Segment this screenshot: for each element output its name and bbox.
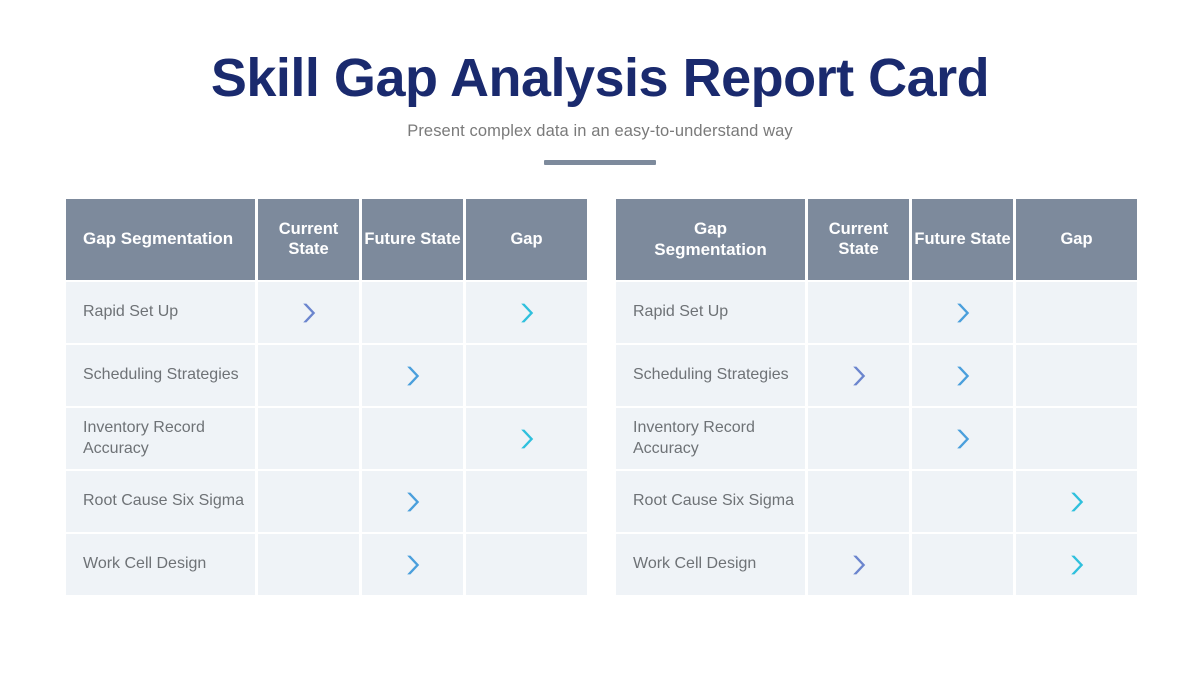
cell-gap[interactable]: [1016, 534, 1137, 595]
cell-current-state[interactable]: [808, 471, 909, 532]
table-row: Inventory Record Accuracy: [616, 408, 1137, 469]
cell-future-state[interactable]: [362, 282, 463, 343]
column-header-future-state[interactable]: Future State: [912, 199, 1013, 280]
cell-current-state[interactable]: [808, 534, 909, 595]
chevron-right-icon: [518, 302, 536, 324]
row-label: Inventory Record Accuracy: [616, 408, 805, 469]
row-label: Scheduling Strategies: [616, 345, 805, 406]
cell-gap[interactable]: [1016, 282, 1137, 343]
page-subtitle: Present complex data in an easy-to-under…: [407, 122, 793, 141]
page-title: Skill Gap Analysis Report Card: [210, 48, 990, 108]
table-header-row: Gap Segmentation Current State Future Stat…: [616, 199, 1137, 280]
column-header-gap-segmentation[interactable]: Gap Segmentation: [66, 199, 255, 280]
column-header-gap-segmentation[interactable]: Gap Segmentation: [616, 199, 805, 280]
table-row: Root Cause Six Sigma: [616, 471, 1137, 532]
row-label: Scheduling Strategies: [66, 345, 255, 406]
row-label: Work Cell Design: [66, 534, 255, 595]
tables-container: Gap Segmentation Current State Future Stat…: [66, 199, 1137, 595]
cell-gap[interactable]: [1016, 471, 1137, 532]
cell-gap[interactable]: [1016, 408, 1137, 469]
cell-gap[interactable]: [466, 345, 587, 406]
row-label: Inventory Record Accuracy: [66, 408, 255, 469]
row-label: Work Cell Design: [616, 534, 805, 595]
cell-future-state[interactable]: [912, 471, 1013, 532]
chevron-right-icon: [518, 428, 536, 450]
cell-gap[interactable]: [1016, 345, 1137, 406]
right-table: Gap Segmentation Current State Future Stat…: [616, 199, 1137, 595]
chevron-right-icon: [954, 428, 972, 450]
title-divider: [544, 160, 656, 166]
cell-current-state[interactable]: [808, 345, 909, 406]
column-header-future-state[interactable]: Future State: [362, 199, 463, 280]
row-label: Root Cause Six Sigma: [66, 471, 255, 532]
cell-future-state[interactable]: [362, 534, 463, 595]
cell-current-state[interactable]: [258, 534, 359, 595]
chevron-right-icon: [850, 554, 868, 576]
cell-future-state[interactable]: [912, 408, 1013, 469]
cell-current-state[interactable]: [808, 282, 909, 343]
cell-future-state[interactable]: [362, 408, 463, 469]
slide-header: Skill Gap Analysis Report Card Present c…: [0, 48, 1200, 166]
cell-future-state[interactable]: [362, 345, 463, 406]
table-header-row: Gap Segmentation Current State Future Stat…: [66, 199, 587, 280]
slide: Skill Gap Analysis Report Card Present c…: [0, 0, 1200, 675]
cell-gap[interactable]: [466, 534, 587, 595]
chevron-right-icon: [404, 554, 422, 576]
left-table: Gap Segmentation Current State Future Stat…: [66, 199, 587, 595]
cell-future-state[interactable]: [912, 282, 1013, 343]
row-label: Rapid Set Up: [66, 282, 255, 343]
chevron-right-icon: [404, 365, 422, 387]
column-header-gap[interactable]: Gap: [466, 199, 587, 280]
cell-current-state[interactable]: [258, 471, 359, 532]
chevron-right-icon: [300, 302, 318, 324]
table-row: Root Cause Six Sigma: [66, 471, 587, 532]
table-row: Rapid Set Up: [66, 282, 587, 343]
table-row: Scheduling Strategies: [66, 345, 587, 406]
cell-future-state[interactable]: [912, 345, 1013, 406]
chevron-right-icon: [954, 365, 972, 387]
cell-future-state[interactable]: [912, 534, 1013, 595]
cell-future-state[interactable]: [362, 471, 463, 532]
table-row: Inventory Record Accuracy: [66, 408, 587, 469]
row-label: Rapid Set Up: [616, 282, 805, 343]
chevron-right-icon: [954, 302, 972, 324]
table-row: Work Cell Design: [66, 534, 587, 595]
cell-gap[interactable]: [466, 282, 587, 343]
cell-gap[interactable]: [466, 408, 587, 469]
cell-current-state[interactable]: [258, 345, 359, 406]
chevron-right-icon: [404, 491, 422, 513]
row-label: Root Cause Six Sigma: [616, 471, 805, 532]
cell-gap[interactable]: [466, 471, 587, 532]
column-header-gap[interactable]: Gap: [1016, 199, 1137, 280]
column-header-current-state[interactable]: Current State: [808, 199, 909, 280]
table-row: Rapid Set Up: [616, 282, 1137, 343]
chevron-right-icon: [1068, 554, 1086, 576]
table-row: Scheduling Strategies: [616, 345, 1137, 406]
column-header-current-state[interactable]: Current State: [258, 199, 359, 280]
cell-current-state[interactable]: [258, 408, 359, 469]
chevron-right-icon: [1068, 491, 1086, 513]
cell-current-state[interactable]: [258, 282, 359, 343]
chevron-right-icon: [850, 365, 868, 387]
table-row: Work Cell Design: [616, 534, 1137, 595]
cell-current-state[interactable]: [808, 408, 909, 469]
